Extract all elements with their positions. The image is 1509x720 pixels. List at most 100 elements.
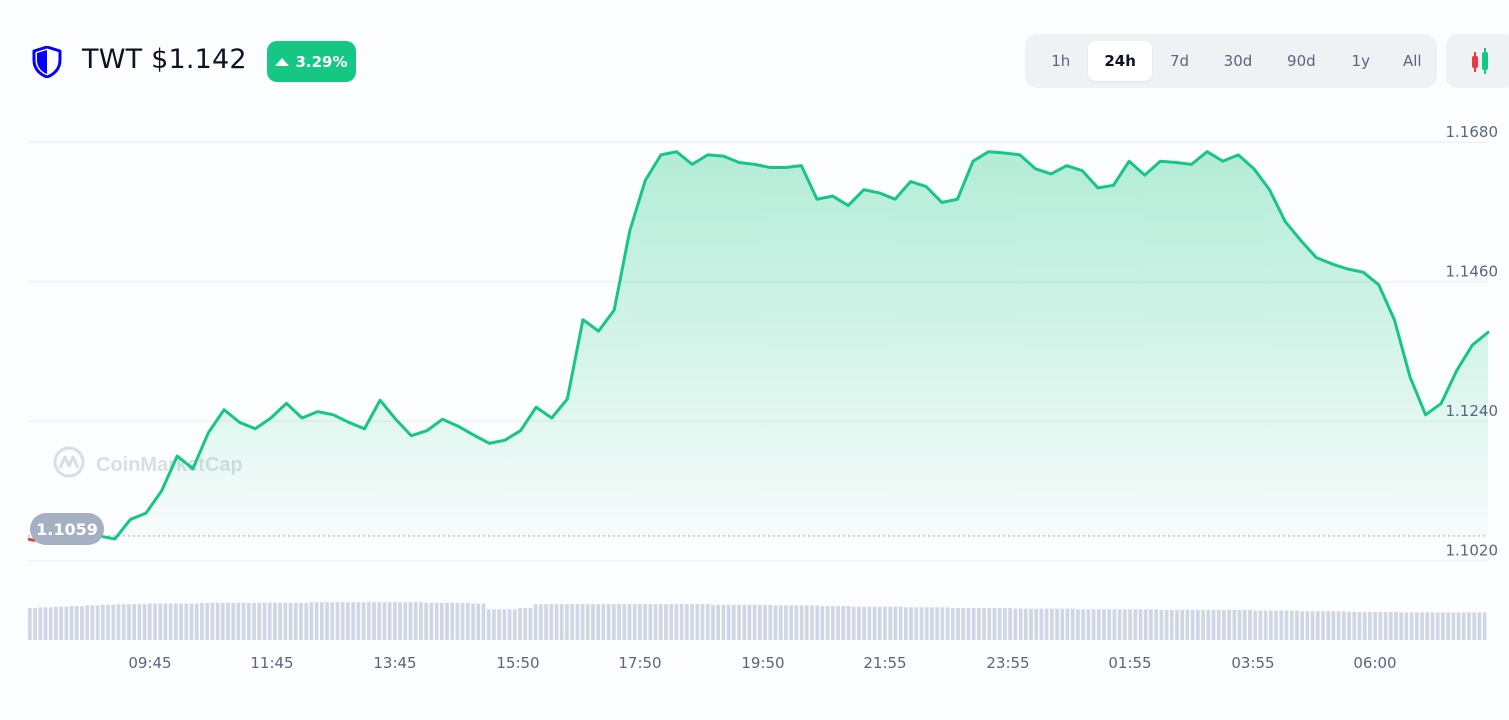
volume-bar (872, 606, 877, 640)
range-button-1y[interactable]: 1y (1334, 41, 1387, 81)
volume-bar (434, 602, 439, 640)
volume-bar (836, 606, 840, 640)
volume-bar (1112, 609, 1117, 640)
open-price-value: 1.1059 (36, 520, 98, 539)
volume-bar (1482, 612, 1487, 640)
volume-bar (408, 602, 413, 640)
volume-bar (481, 603, 486, 640)
volume-bar (731, 604, 736, 640)
volume-bar (528, 608, 533, 640)
volume-bar (366, 602, 371, 640)
volume-bar (59, 606, 63, 640)
volume-bar (773, 605, 778, 640)
volume-bar (1029, 608, 1033, 640)
volume-bar (825, 606, 830, 640)
volume-bar (559, 604, 564, 640)
volume-bar (664, 604, 668, 640)
volume-bar (632, 604, 637, 640)
volume-bar (1295, 610, 1299, 640)
volume-bar (1206, 609, 1211, 640)
volume-bar (919, 607, 924, 640)
volume-bar (1368, 611, 1372, 640)
volume-bar (1237, 609, 1242, 640)
volume-bar (304, 602, 309, 640)
volume-bar (95, 605, 100, 640)
volume-bar (1456, 612, 1461, 640)
volume-bar (80, 606, 84, 640)
volume-bar (1446, 612, 1450, 640)
volume-bar (1420, 612, 1424, 640)
volume-bar (1342, 611, 1346, 640)
volume-bar (883, 606, 887, 640)
volume-bar (403, 602, 408, 640)
volume-bar (758, 604, 762, 640)
x-tick-label: 15:50 (496, 654, 539, 672)
volume-bar (685, 604, 689, 640)
price-change-value: 3.29% (295, 52, 348, 71)
volume-bar (763, 604, 767, 640)
x-tick-label: 06:00 (1353, 654, 1396, 672)
volume-bar (606, 604, 611, 640)
volume-bar (1107, 609, 1112, 640)
volume-bar (888, 606, 893, 640)
range-button-1h[interactable]: 1h (1033, 41, 1088, 81)
volume-bar (38, 607, 43, 640)
volume-bar (658, 604, 663, 640)
x-tick-label: 03:55 (1231, 654, 1274, 672)
volume-bar (262, 602, 267, 640)
volume-bar (54, 606, 58, 640)
volume-bar (1248, 609, 1252, 640)
volume-bar (1138, 609, 1143, 640)
range-button-7d[interactable]: 7d (1152, 41, 1207, 81)
volume-bar (924, 607, 929, 640)
y-tick-label: 1.1460 (1446, 263, 1499, 281)
range-button-90d[interactable]: 90d (1269, 41, 1334, 81)
volume-bar (252, 602, 256, 640)
volume-bar (335, 602, 340, 640)
volume-bar (1435, 612, 1440, 640)
candlestick-toggle-button[interactable] (1446, 34, 1509, 88)
volume-bar (1201, 609, 1205, 640)
volume-bar (215, 602, 220, 640)
volume-bar (460, 602, 465, 640)
x-tick-label: 23:55 (986, 654, 1029, 672)
volume-bar (1050, 608, 1054, 640)
price-chart[interactable]: CoinMarketCap 1.10201.12401.14601.1680 0… (0, 110, 1509, 720)
volume-bar (1164, 609, 1169, 640)
volume-bar (523, 608, 528, 640)
volume-bar (507, 609, 512, 640)
volume-bar (648, 604, 653, 640)
range-button-all[interactable]: All (1388, 41, 1438, 81)
volume-bar (679, 604, 684, 640)
volume-bar (1430, 612, 1435, 640)
volume-bar (466, 602, 470, 640)
volume-bar (346, 602, 350, 640)
volume-bar (111, 604, 116, 640)
volume-bar (700, 604, 705, 640)
volume-bar (439, 602, 444, 640)
volume-bar (690, 604, 694, 640)
range-button-30d[interactable]: 30d (1207, 41, 1268, 81)
volume-bar (789, 605, 793, 640)
volume-bar (340, 602, 345, 640)
volume-bar (1477, 612, 1482, 640)
volume-bar (429, 602, 434, 640)
volume-bar (419, 602, 423, 640)
volume-bar (398, 602, 402, 640)
volume-bar (1044, 608, 1049, 640)
volume-bar (1399, 612, 1404, 640)
volume-bar (257, 602, 262, 640)
volume-bar (241, 602, 246, 640)
volume-bar (455, 602, 460, 640)
volume-bar (445, 602, 449, 640)
volume-bar (1315, 611, 1320, 640)
volume-bar (236, 602, 241, 640)
volume-bar (1357, 611, 1362, 640)
volume-bar (1034, 608, 1039, 640)
volume-bar (226, 602, 230, 640)
range-button-24h[interactable]: 24h (1088, 41, 1152, 81)
time-range-selector: 1h 24h 7d 30d 90d 1y All (1025, 34, 1437, 88)
volume-bar (1211, 609, 1216, 640)
volume-bar (1123, 609, 1127, 640)
volume-bar (116, 604, 121, 640)
